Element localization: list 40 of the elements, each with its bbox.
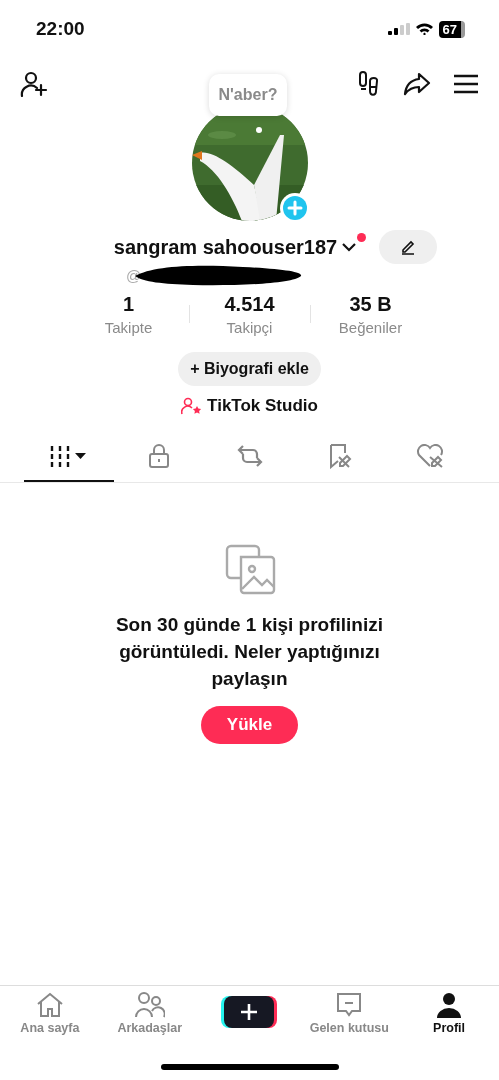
add-bio-button[interactable]: + Biyografi ekle xyxy=(178,352,321,386)
grid-icon xyxy=(50,445,89,467)
user-star-icon xyxy=(181,397,204,415)
home-icon xyxy=(35,992,64,1018)
lock-icon xyxy=(148,444,171,468)
menu-icon[interactable] xyxy=(453,74,479,94)
status-bubble[interactable]: N'aber? xyxy=(208,74,288,116)
status-time: 22:00 xyxy=(36,18,85,40)
profile-icon xyxy=(437,992,462,1018)
footprints-icon[interactable] xyxy=(357,71,381,97)
stat-value: 4.514 xyxy=(224,293,275,316)
plus-icon xyxy=(240,1003,259,1021)
stat-label: Takipte xyxy=(104,319,153,336)
signal-icon xyxy=(387,23,410,35)
battery-indicator: 67 xyxy=(438,20,465,38)
upload-button[interactable]: Yükle xyxy=(200,706,299,744)
empty-message: Son 30 günde 1 kişi profilinizi görüntüledi. Neler yaptığınızı paylaşın xyxy=(114,613,385,691)
wifi-icon xyxy=(415,23,433,35)
pencil-icon xyxy=(400,239,417,255)
add-friend-icon[interactable] xyxy=(20,71,48,97)
add-icon[interactable] xyxy=(279,193,310,223)
stat-value: 35 B xyxy=(349,293,392,316)
stat-value: 1 xyxy=(122,293,135,316)
studio-link[interactable]: TikTok Studio xyxy=(207,396,318,416)
friends-icon xyxy=(134,992,165,1018)
inbox-tab[interactable]: Gelen kutusu xyxy=(309,992,389,1064)
friends-tab[interactable]: Arkadaşlar xyxy=(117,992,182,1064)
profile-tab[interactable]: Profil xyxy=(433,992,466,1064)
photos-icon xyxy=(223,543,276,595)
profile-name: sangram sahoouser187 xyxy=(113,235,338,259)
inbox-icon xyxy=(336,992,363,1018)
stat-label: Takipçi xyxy=(226,319,273,336)
share-icon[interactable] xyxy=(403,72,431,96)
edit-button[interactable] xyxy=(379,230,438,264)
heart-icon xyxy=(415,444,444,468)
create-button[interactable] xyxy=(224,996,275,1028)
chevron-down-icon[interactable] xyxy=(341,242,358,252)
repost-icon xyxy=(236,444,263,468)
home-tab[interactable]: Ana sayfa xyxy=(20,992,80,1064)
stat-label: Beğeniler xyxy=(338,319,403,336)
